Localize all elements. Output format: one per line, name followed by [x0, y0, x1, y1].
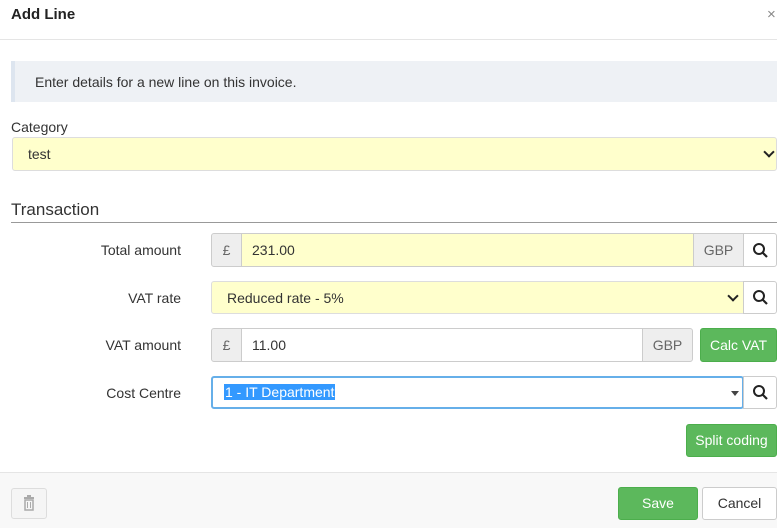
cost-centre-value: 1 - IT Department — [224, 384, 336, 400]
chevron-down-icon — [727, 290, 739, 302]
chevron-down-icon — [763, 146, 775, 158]
search-icon — [753, 385, 768, 400]
category-value: test — [28, 146, 51, 162]
delete-button[interactable] — [11, 488, 47, 519]
transaction-heading: Transaction — [11, 200, 100, 219]
vat-amount-label: VAT amount — [105, 337, 181, 353]
cost-centre-search-button[interactable] — [743, 376, 777, 409]
search-icon — [753, 290, 768, 305]
modal-header: Add Line × — [0, 0, 777, 40]
modal-title: Add Line — [11, 6, 76, 23]
vat-amount-input[interactable]: 11.00 — [241, 328, 643, 362]
vat-currency-symbol: £ — [211, 328, 242, 362]
cost-centre-label: Cost Centre — [106, 385, 181, 401]
total-amount-input[interactable]: 231.00 — [241, 233, 694, 267]
dropdown-arrow-icon — [731, 391, 739, 396]
cost-centre-select[interactable]: 1 - IT Department — [211, 376, 744, 409]
info-alert: Enter details for a new line on this inv… — [11, 61, 777, 102]
cancel-button[interactable]: Cancel — [702, 487, 777, 520]
calc-vat-button[interactable]: Calc VAT — [700, 328, 777, 362]
vat-rate-select[interactable]: Reduced rate - 5% — [211, 281, 744, 314]
close-icon[interactable]: × — [767, 6, 776, 23]
vat-currency-code: GBP — [642, 328, 693, 362]
search-icon — [753, 243, 768, 258]
total-amount-search-button[interactable] — [743, 233, 777, 267]
total-amount-label: Total amount — [100, 242, 181, 258]
save-button[interactable]: Save — [618, 487, 698, 520]
category-select[interactable]: test — [12, 137, 777, 171]
total-currency-code: GBP — [693, 233, 744, 267]
vat-rate-value: Reduced rate - 5% — [227, 290, 344, 306]
trash-icon — [24, 495, 34, 511]
modal-footer: Save Cancel — [0, 472, 777, 528]
section-divider — [11, 222, 777, 223]
vat-rate-label: VAT rate — [128, 290, 181, 306]
category-label: Category — [11, 119, 68, 135]
vat-rate-search-button[interactable] — [743, 281, 777, 314]
info-text: Enter details for a new line on this inv… — [35, 74, 297, 90]
split-coding-button[interactable]: Split coding — [686, 424, 777, 457]
total-currency-symbol: £ — [211, 233, 242, 267]
